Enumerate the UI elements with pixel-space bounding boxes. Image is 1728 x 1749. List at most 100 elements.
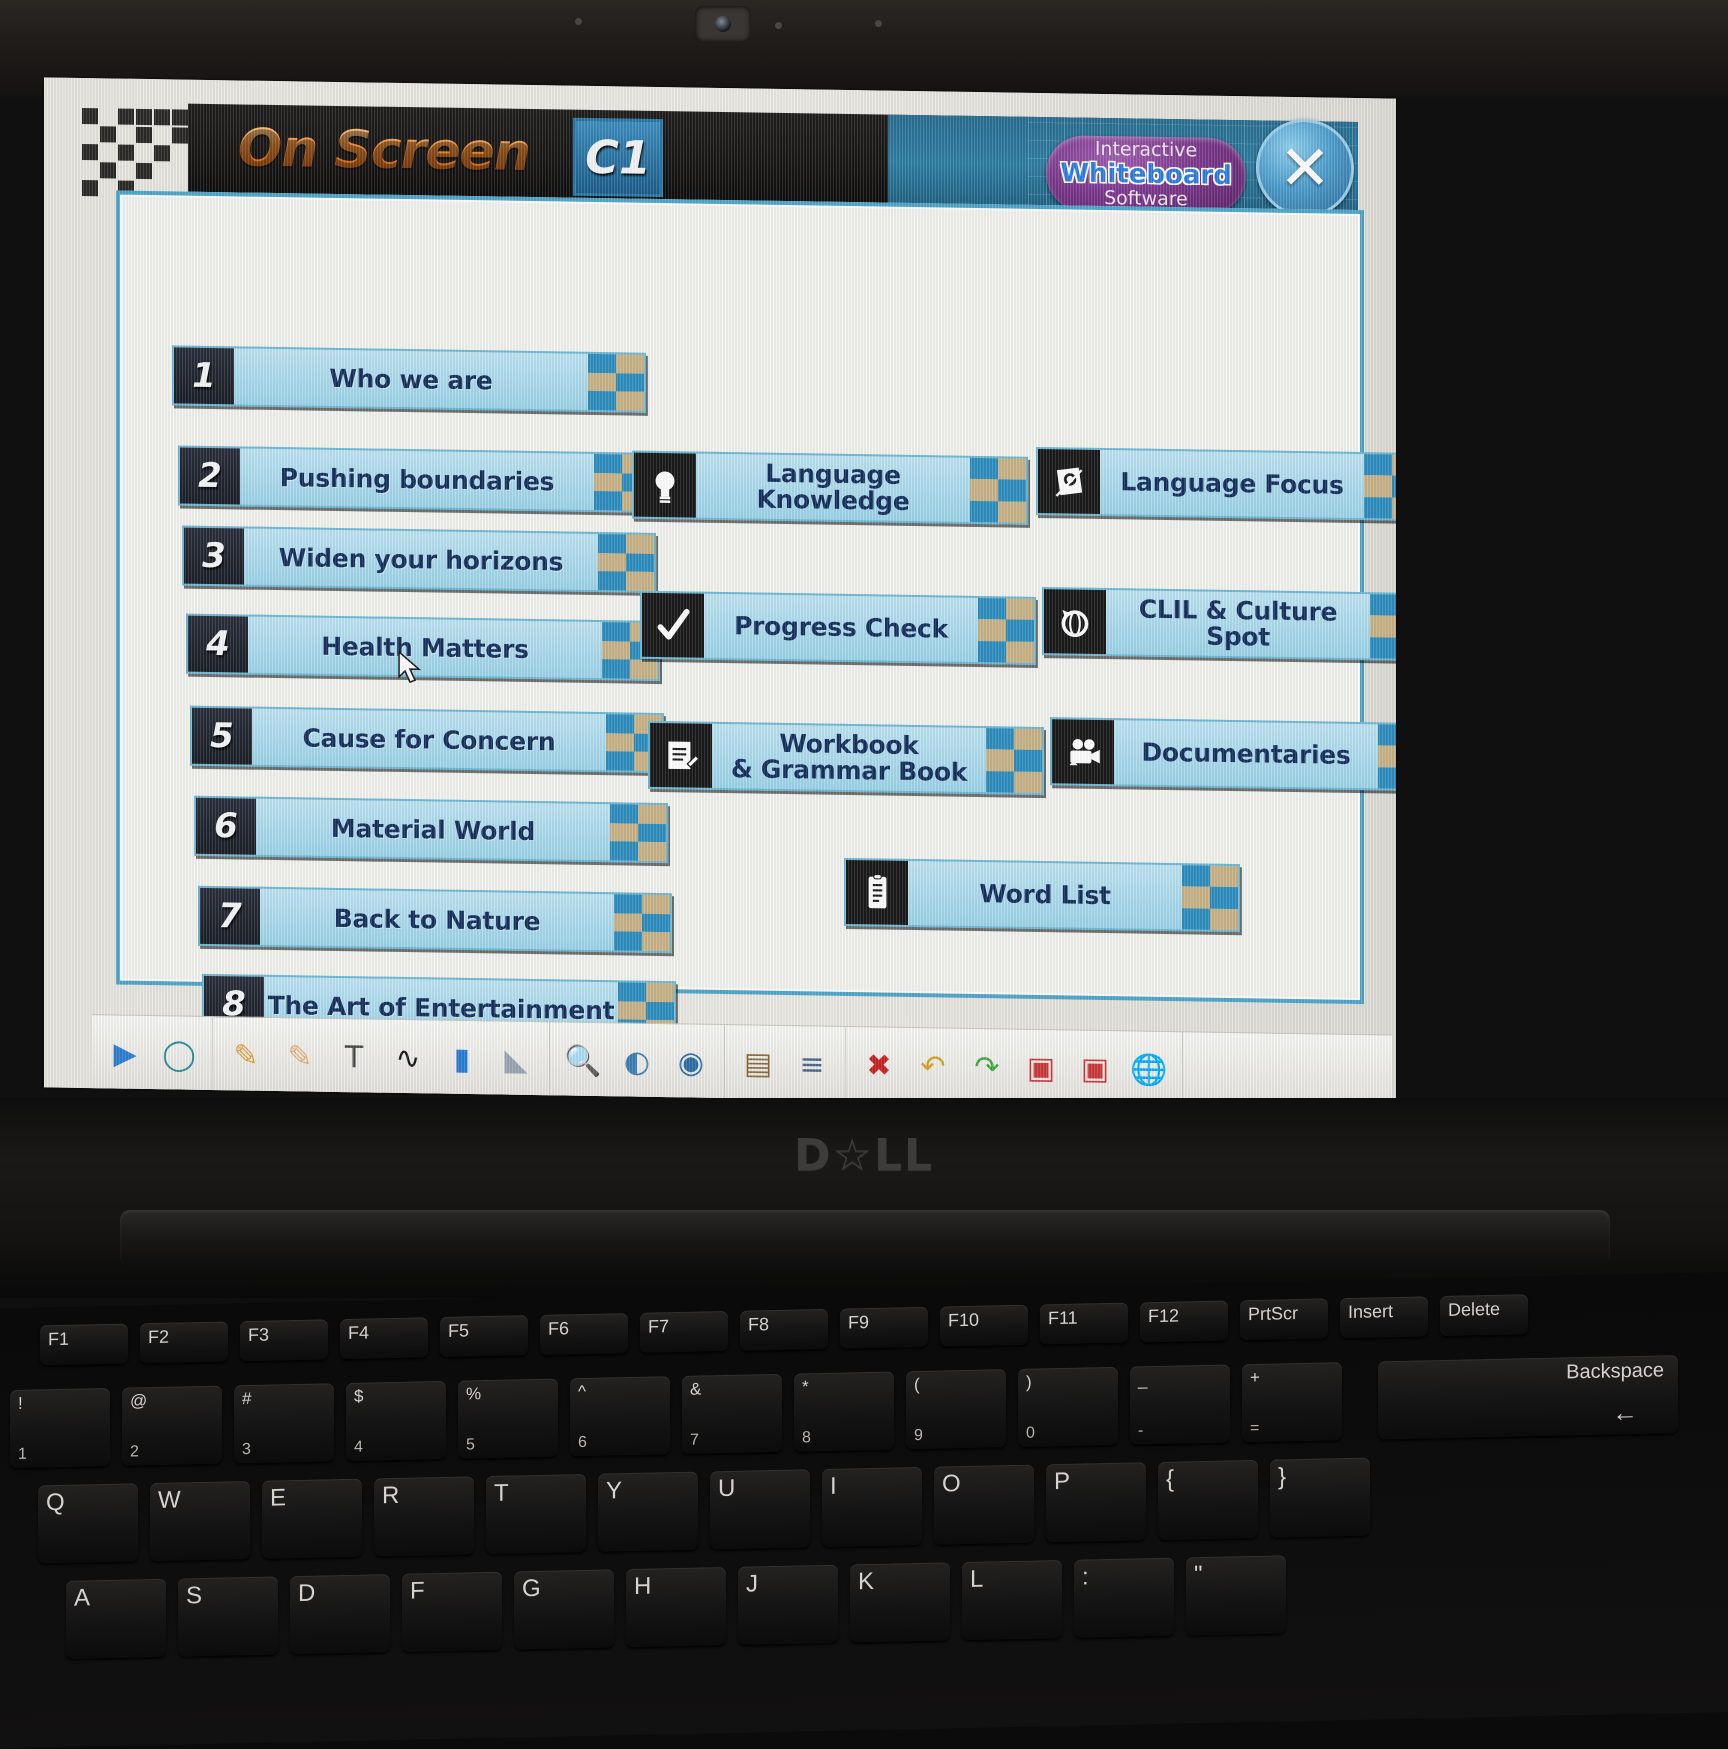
section-button-notepad-pencil[interactable]: Workbook& Grammar Book bbox=[648, 721, 1044, 795]
screen-shade-icon[interactable]: ◐ bbox=[610, 1030, 664, 1093]
unit-button-5[interactable]: 5Cause for Concern bbox=[190, 706, 664, 773]
align-icon[interactable]: ≡ bbox=[785, 1033, 839, 1096]
key-p[interactable]: P bbox=[1046, 1462, 1146, 1542]
section-button-globe-arrow[interactable]: CLIL & Culture Spot bbox=[1042, 587, 1396, 661]
key-f7[interactable]: F7 bbox=[640, 1311, 728, 1353]
pen-thin-icon[interactable]: ✎ bbox=[219, 1024, 273, 1087]
checker-pattern bbox=[614, 894, 670, 951]
section-button-lightbulb[interactable]: Language Knowledge bbox=[632, 451, 1028, 525]
save-as-icon[interactable]: ▣ bbox=[1068, 1037, 1122, 1100]
key-f8[interactable]: F8 bbox=[740, 1309, 828, 1351]
key-k[interactable]: K bbox=[850, 1562, 950, 1642]
section-button-document-list[interactable]: Word List bbox=[844, 858, 1240, 932]
key-prtscr[interactable]: PrtScr bbox=[1240, 1298, 1328, 1340]
key-}[interactable]: } bbox=[1270, 1458, 1370, 1538]
eraser-icon[interactable]: ◣ bbox=[489, 1028, 543, 1091]
key-f2[interactable]: F2 bbox=[140, 1321, 228, 1363]
section-button-checkmark[interactable]: Progress Check bbox=[640, 591, 1036, 665]
key-f3[interactable]: F3 bbox=[240, 1319, 328, 1361]
key-f[interactable]: F bbox=[402, 1572, 502, 1652]
section-label-line2: & Grammar Book bbox=[731, 754, 967, 787]
key-=[interactable]: += bbox=[1242, 1362, 1342, 1442]
key-f11[interactable]: F11 bbox=[1040, 1303, 1128, 1345]
key-2[interactable]: @2 bbox=[122, 1386, 222, 1466]
key-3[interactable]: #3 bbox=[234, 1383, 334, 1463]
highlighter-icon[interactable]: ▮ bbox=[435, 1028, 489, 1091]
key-f10[interactable]: F10 bbox=[940, 1305, 1028, 1347]
key-a[interactable]: A bbox=[66, 1579, 166, 1659]
spotlight-eye-icon[interactable]: ◉ bbox=[664, 1031, 718, 1094]
key-{[interactable]: { bbox=[1158, 1460, 1258, 1540]
pen-thick-icon[interactable]: ✎ bbox=[273, 1025, 327, 1088]
key-w[interactable]: W bbox=[150, 1481, 250, 1561]
key-label: U bbox=[718, 1475, 735, 1503]
key-o[interactable]: O bbox=[934, 1465, 1034, 1545]
key-y[interactable]: Y bbox=[598, 1472, 698, 1552]
redo-icon[interactable]: ↷ bbox=[960, 1036, 1014, 1099]
key-6[interactable]: ^6 bbox=[570, 1376, 670, 1456]
key-u[interactable]: U bbox=[710, 1469, 810, 1549]
key-label: 7 bbox=[690, 1432, 699, 1450]
key-shift-label: ! bbox=[18, 1394, 23, 1414]
key-f4[interactable]: F4 bbox=[340, 1317, 428, 1359]
eraser-icon-glyph: ◣ bbox=[504, 1042, 527, 1077]
zoom-magnifier-icon[interactable]: 🔍 bbox=[556, 1029, 610, 1092]
key-d[interactable]: D bbox=[290, 1574, 390, 1654]
close-icon[interactable]: ✕ bbox=[1256, 118, 1354, 218]
unit-button-7[interactable]: 7Back to Nature bbox=[198, 886, 672, 953]
key-f9[interactable]: F9 bbox=[840, 1307, 928, 1349]
delete-icon[interactable]: ✖ bbox=[852, 1034, 906, 1097]
key-f5[interactable]: F5 bbox=[440, 1315, 528, 1357]
key-0[interactable]: )0 bbox=[1018, 1367, 1118, 1447]
unit-number-box: 4 bbox=[188, 616, 248, 673]
key-label: F bbox=[410, 1577, 425, 1605]
notes-page-icon[interactable]: ▤ bbox=[731, 1032, 785, 1095]
key-5[interactable]: %5 bbox=[458, 1379, 558, 1459]
key-s[interactable]: S bbox=[178, 1576, 278, 1656]
key-9[interactable]: (9 bbox=[906, 1369, 1006, 1449]
freehand-line-icon[interactable]: ∿ bbox=[381, 1027, 435, 1090]
key-backspace[interactable]: Backspace← bbox=[1378, 1355, 1678, 1439]
key-insert[interactable]: Insert bbox=[1340, 1296, 1428, 1338]
key-f1[interactable]: F1 bbox=[40, 1324, 128, 1366]
key-t[interactable]: T bbox=[486, 1474, 586, 1554]
unit-button-1[interactable]: 1Who we are bbox=[172, 345, 646, 412]
key-f6[interactable]: F6 bbox=[540, 1313, 628, 1355]
key-delete[interactable]: Delete bbox=[1440, 1294, 1528, 1336]
key-r[interactable]: R bbox=[374, 1476, 474, 1556]
key-g[interactable]: G bbox=[514, 1569, 614, 1649]
key-"[interactable]: " bbox=[1186, 1555, 1286, 1635]
key-label: Delete bbox=[1448, 1299, 1500, 1321]
key-4[interactable]: $4 bbox=[346, 1381, 446, 1461]
unit-button-3[interactable]: 3Widen your horizons bbox=[182, 526, 656, 593]
key-l[interactable]: L bbox=[962, 1560, 1062, 1640]
key-7[interactable]: &7 bbox=[682, 1374, 782, 1454]
section-label: Language Focus bbox=[1100, 450, 1364, 518]
lasso-icon[interactable]: ◯ bbox=[152, 1023, 206, 1086]
unit-number: 4 bbox=[206, 624, 230, 664]
key-j[interactable]: J bbox=[738, 1565, 838, 1645]
key-label: 9 bbox=[914, 1427, 923, 1445]
key-i[interactable]: I bbox=[822, 1467, 922, 1547]
highlighter-icon-glyph: ▮ bbox=[454, 1041, 471, 1076]
text-tool-icon[interactable]: T bbox=[327, 1026, 381, 1089]
key-h[interactable]: H bbox=[626, 1567, 726, 1647]
key-8[interactable]: *8 bbox=[794, 1371, 894, 1451]
key-e[interactable]: E bbox=[262, 1479, 362, 1559]
select-arrow-icon[interactable]: ▶ bbox=[98, 1022, 152, 1085]
unit-number-box: 3 bbox=[184, 528, 244, 585]
internet-globe-icon[interactable]: 🌐 bbox=[1122, 1038, 1176, 1101]
key-f12[interactable]: F12 bbox=[1140, 1301, 1228, 1343]
section-button-book-magnifier[interactable]: Language Focus bbox=[1036, 447, 1396, 521]
save-icon[interactable]: ▣ bbox=[1014, 1037, 1068, 1100]
section-label: CLIL & Culture Spot bbox=[1106, 590, 1370, 658]
unit-button-6[interactable]: 6Material World bbox=[194, 796, 668, 863]
key--[interactable]: _- bbox=[1130, 1364, 1230, 1444]
undo-icon[interactable]: ↶ bbox=[906, 1035, 960, 1098]
key-:[interactable]: : bbox=[1074, 1558, 1174, 1638]
section-button-film-camera[interactable]: Documentaries bbox=[1050, 717, 1396, 791]
unit-button-2[interactable]: 2Pushing boundaries bbox=[178, 445, 652, 512]
key-q[interactable]: Q bbox=[38, 1483, 138, 1563]
key-1[interactable]: !1 bbox=[10, 1388, 110, 1468]
bezel-dot bbox=[575, 18, 582, 25]
